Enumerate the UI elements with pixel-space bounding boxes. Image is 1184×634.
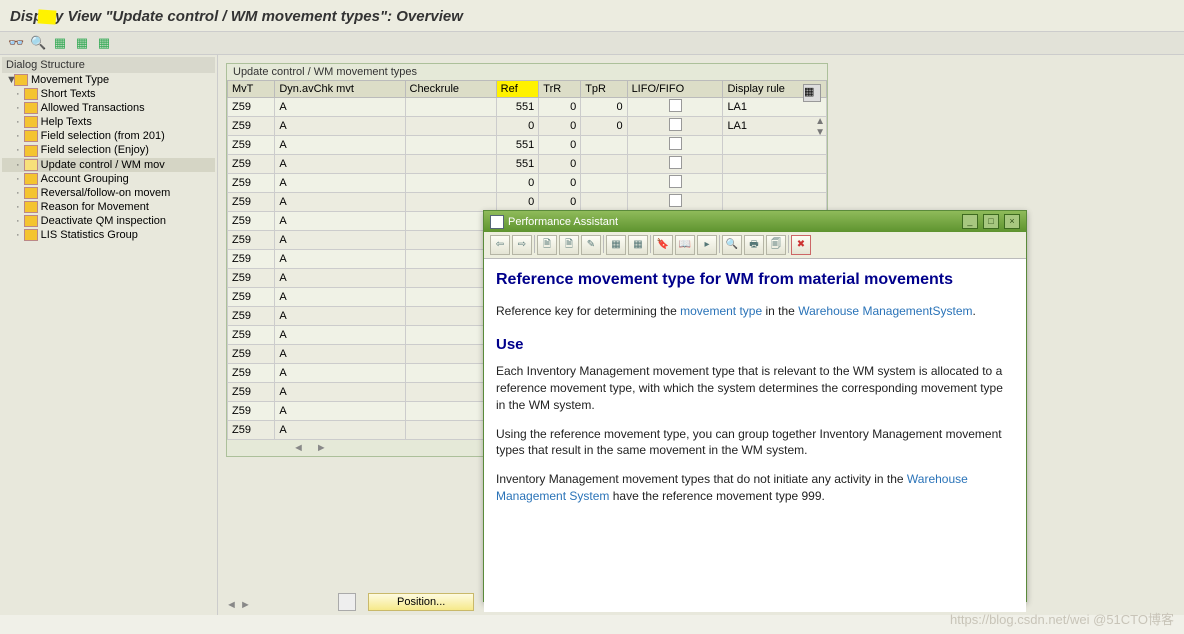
- lifo-fifo-checkbox[interactable]: [669, 194, 682, 207]
- tree-item-account-grouping[interactable]: Account Grouping: [2, 172, 215, 186]
- tree-item-update-control-wm[interactable]: Update control / WM mov: [2, 158, 215, 172]
- table-title: Update control / WM movement types: [227, 64, 827, 80]
- col-ref[interactable]: Ref: [496, 81, 539, 98]
- tool2-icon[interactable]: ▦: [628, 235, 648, 255]
- position-icon[interactable]: [338, 593, 356, 611]
- tree-item-short-texts[interactable]: Short Texts: [2, 87, 215, 101]
- tree-item-help-texts[interactable]: Help Texts: [2, 115, 215, 129]
- popup-intro: Reference key for determining the moveme…: [496, 303, 1014, 320]
- table-row[interactable]: Z59A5510: [228, 155, 827, 174]
- glasses-icon[interactable]: 👓: [8, 35, 24, 51]
- table-row[interactable]: Z59A00: [228, 174, 827, 193]
- popup-body[interactable]: Reference movement type for WM from mate…: [484, 259, 1026, 612]
- lifo-fifo-checkbox[interactable]: [669, 137, 682, 150]
- print-icon[interactable]: 🖶: [744, 235, 764, 255]
- bookmark-icon[interactable]: 🔖: [653, 235, 673, 255]
- table2-icon[interactable]: ▦: [74, 35, 90, 51]
- nav-back-icon[interactable]: ⇦: [490, 235, 510, 255]
- book-icon[interactable]: 📖: [675, 235, 695, 255]
- flag-icon[interactable]: ▸: [697, 235, 717, 255]
- lifo-fifo-checkbox[interactable]: [669, 156, 682, 169]
- page-title: Display View "Update control / WM moveme…: [0, 0, 1184, 32]
- minimize-icon[interactable]: _: [962, 214, 978, 229]
- popup-toolbar: ⇦ ⇨ 🗎 🗎 ✎ ▦ ▦ 🔖 📖 ▸ 🔍 🖶 🗐 ✖: [484, 232, 1026, 259]
- app-toolbar: 👓 🔍 ▦ ▦ ▦: [0, 32, 1184, 55]
- position-button[interactable]: Position...: [368, 593, 474, 611]
- popup-window-icon: [490, 215, 504, 229]
- lifo-fifo-checkbox[interactable]: [669, 99, 682, 112]
- table-row[interactable]: Z59A00: [228, 193, 827, 212]
- col-dyn-avchk-mvt[interactable]: Dyn.avChk mvt: [275, 81, 405, 98]
- col-mvt[interactable]: MvT: [228, 81, 275, 98]
- yellow-highlight-mark: [38, 9, 57, 24]
- table-row[interactable]: Z59A55100LA1: [228, 98, 827, 117]
- lifo-fifo-checkbox[interactable]: [669, 175, 682, 188]
- tree-item-allowed-transactions[interactable]: Allowed Transactions: [2, 101, 215, 115]
- find-icon[interactable]: 🔍: [722, 235, 742, 255]
- tree-item-field-selection-201[interactable]: Field selection (from 201): [2, 129, 215, 143]
- dialog-structure-tree: Dialog Structure ▼Movement Type Short Te…: [0, 55, 218, 615]
- close-help-icon[interactable]: ✖: [791, 235, 811, 255]
- close-icon[interactable]: ×: [1004, 214, 1020, 229]
- col-tpr[interactable]: TpR: [581, 81, 627, 98]
- link-movement-type[interactable]: movement type: [680, 304, 762, 318]
- doc2-icon[interactable]: 🗎: [559, 235, 579, 255]
- tool1-icon[interactable]: ▦: [606, 235, 626, 255]
- magnifier-icon[interactable]: 🔍: [30, 35, 46, 51]
- performance-assistant-popup: Performance Assistant _ □ × ⇦ ⇨ 🗎 🗎 ✎ ▦ …: [483, 210, 1027, 602]
- tree-item-lis-statistics[interactable]: LIS Statistics Group: [2, 228, 215, 242]
- tree-title: Dialog Structure: [2, 57, 215, 73]
- tree-item-field-selection-enjoy[interactable]: Field selection (Enjoy): [2, 143, 215, 157]
- tree-item-reversal-followon[interactable]: Reversal/follow-on movem: [2, 186, 215, 200]
- watermark: https://blog.csdn.net/wei @51CTO博客: [950, 609, 1174, 628]
- doc1-icon[interactable]: 🗎: [537, 235, 557, 255]
- popup-use-header: Use: [496, 334, 1014, 355]
- table-row[interactable]: Z59A5510: [228, 136, 827, 155]
- col-lifo-fifo[interactable]: LIFO/FIFO: [627, 81, 723, 98]
- popup-title: Performance Assistant: [490, 215, 618, 229]
- edit-icon[interactable]: ✎: [581, 235, 601, 255]
- col-checkrule[interactable]: Checkrule: [405, 81, 496, 98]
- popup-p1: Each Inventory Management movement type …: [496, 363, 1014, 413]
- maximize-icon[interactable]: □: [983, 214, 999, 229]
- link-wms[interactable]: Warehouse ManagementSystem: [798, 304, 972, 318]
- popup-p3: Inventory Management movement types that…: [496, 471, 1014, 505]
- scroll-down-icon[interactable]: ▼: [815, 127, 825, 138]
- table3-icon[interactable]: ▦: [96, 35, 112, 51]
- lifo-fifo-checkbox[interactable]: [669, 118, 682, 131]
- popup-p2: Using the reference movement type, you c…: [496, 426, 1014, 460]
- nav-forward-icon[interactable]: ⇨: [512, 235, 532, 255]
- main-hscroll[interactable]: ◄ ►: [226, 599, 251, 611]
- table1-icon[interactable]: ▦: [52, 35, 68, 51]
- scroll-up-icon[interactable]: ▲: [815, 116, 825, 127]
- popup-heading: Reference movement type for WM from mate…: [496, 269, 1014, 291]
- col-trr[interactable]: TrR: [539, 81, 581, 98]
- tree-item-reason-for-movement[interactable]: Reason for Movement: [2, 200, 215, 214]
- tree-item-deactivate-qm[interactable]: Deactivate QM inspection: [2, 214, 215, 228]
- table-row[interactable]: Z59A000LA1: [228, 117, 827, 136]
- copy-icon[interactable]: 🗐: [766, 235, 786, 255]
- tree-root[interactable]: ▼Movement Type: [2, 73, 215, 87]
